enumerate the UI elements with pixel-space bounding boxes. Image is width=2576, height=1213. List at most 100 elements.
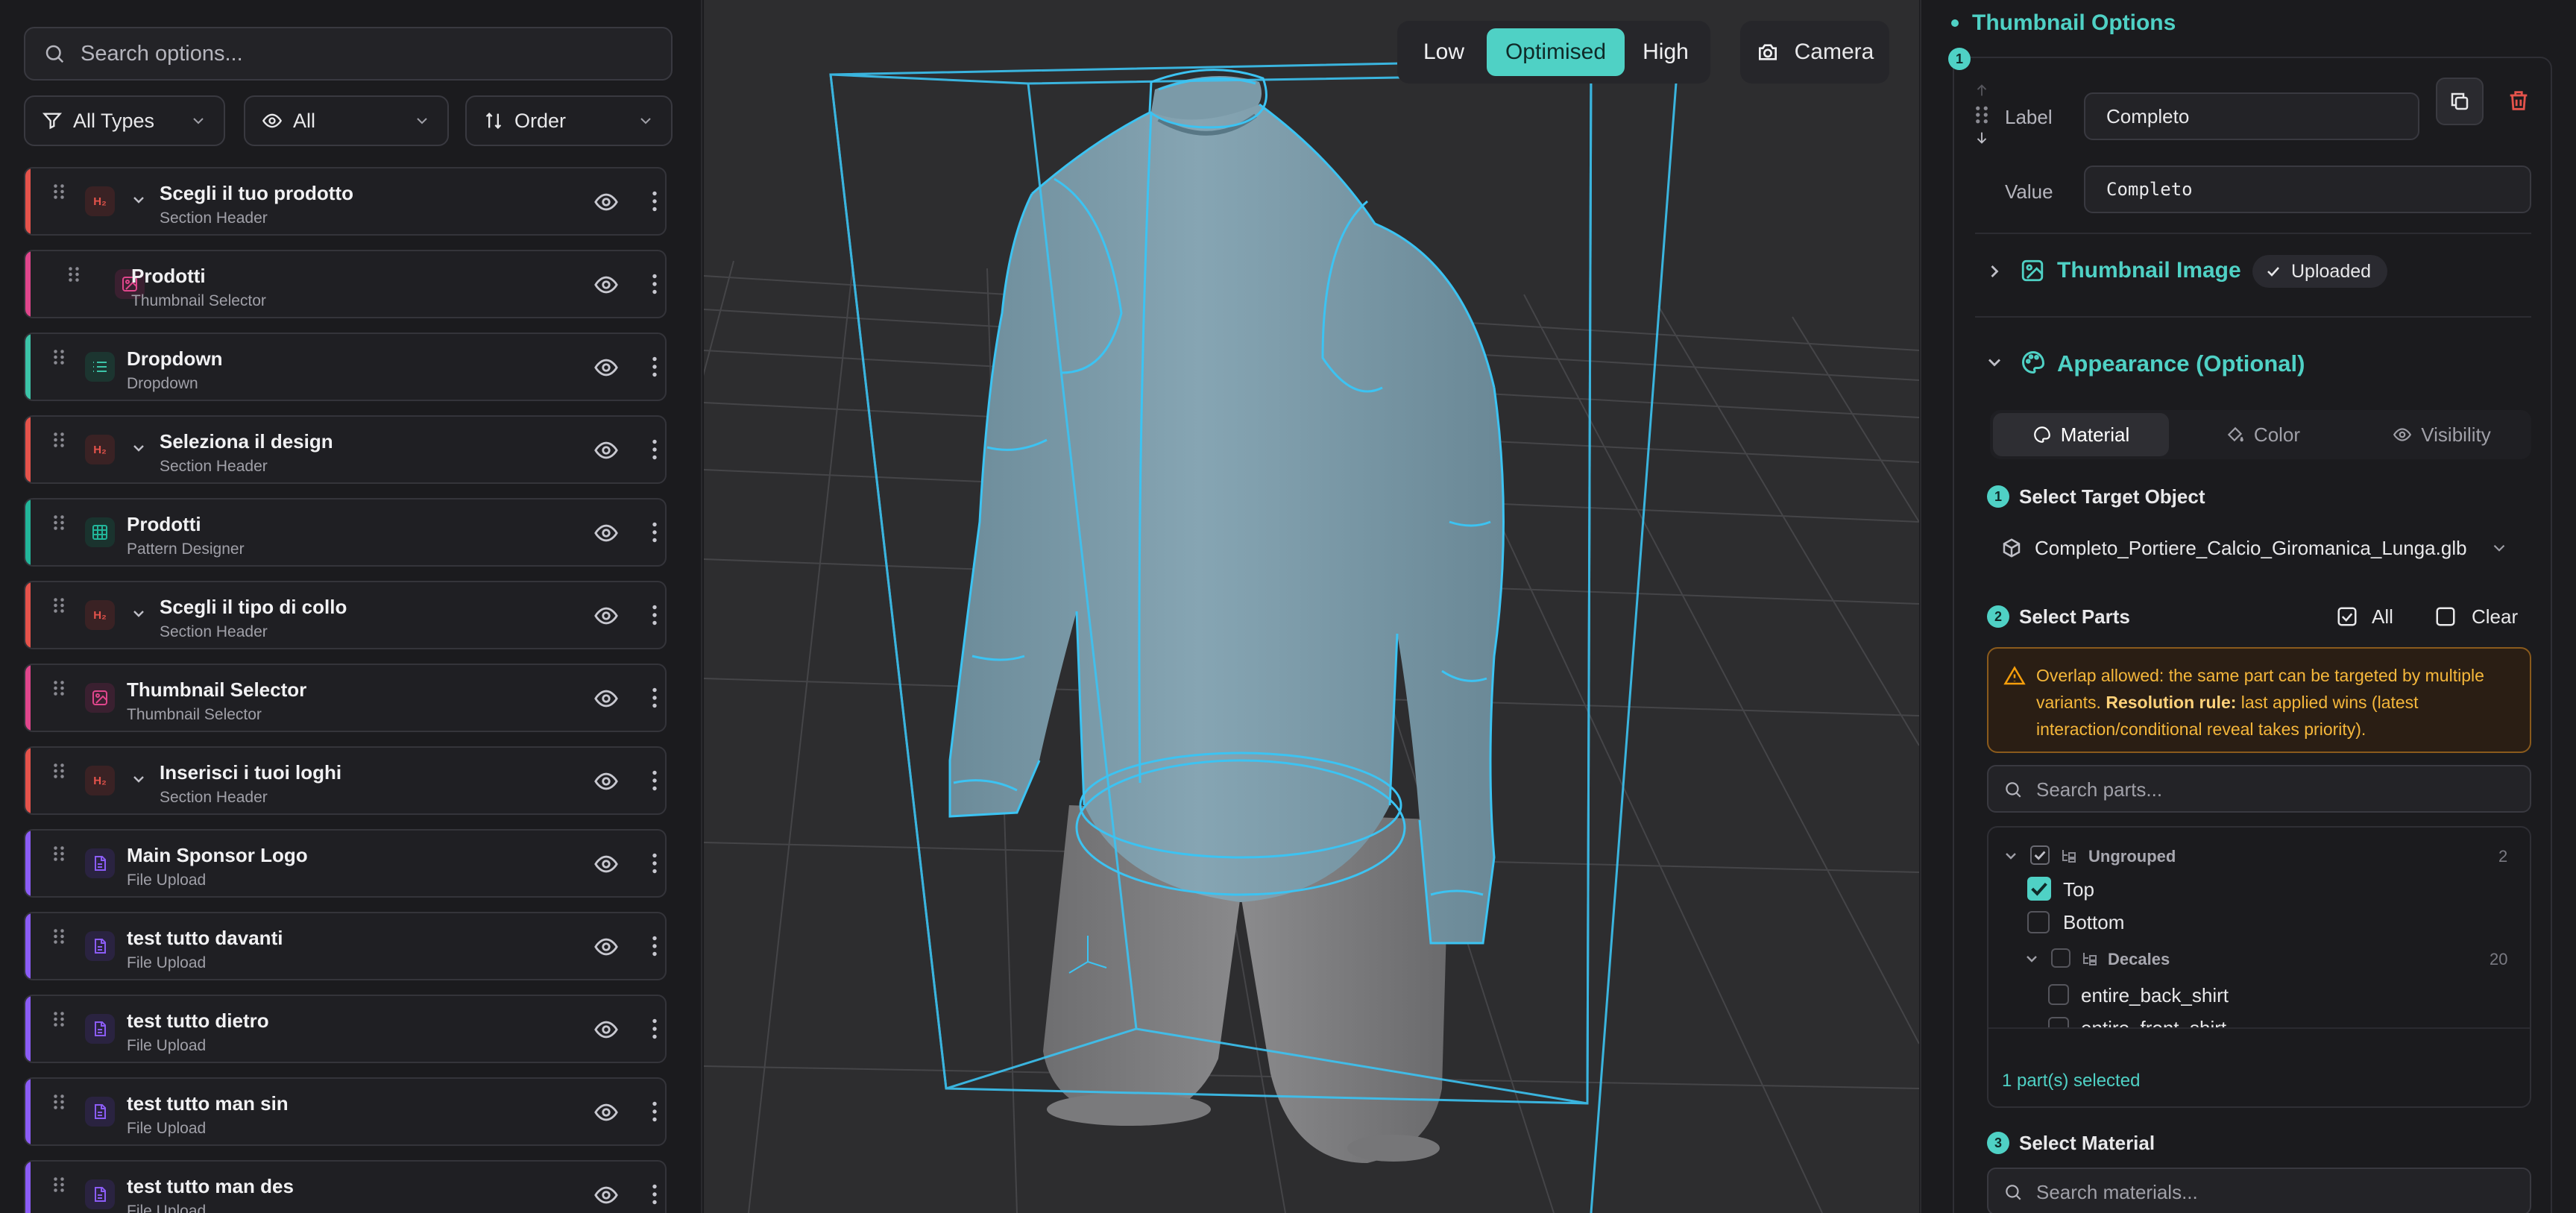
more-options-icon[interactable] — [641, 850, 667, 877]
drag-handle-icon[interactable] — [1974, 104, 1990, 125]
more-options-icon[interactable] — [641, 519, 667, 546]
part-back-label[interactable]: entire_back_shirt — [2081, 984, 2229, 1007]
visibility-eye-icon[interactable] — [593, 769, 619, 794]
visibility-eye-icon[interactable] — [593, 686, 619, 711]
chevron-down-icon[interactable] — [2023, 950, 2041, 968]
move-down-icon[interactable] — [1974, 130, 1990, 146]
tab-color[interactable]: Color — [2175, 413, 2351, 456]
part-top-checkbox[interactable] — [2027, 877, 2051, 901]
part-bottom-label[interactable]: Bottom — [2063, 911, 2124, 934]
quality-high-button[interactable]: High — [1628, 28, 1703, 76]
select-all-button[interactable]: All — [2336, 602, 2403, 632]
option-item[interactable]: test tutto man des File Upload — [24, 1160, 667, 1213]
drag-handle-icon[interactable] — [52, 182, 66, 201]
more-options-icon[interactable] — [641, 188, 667, 215]
camera-button[interactable]: Camera — [1740, 21, 1889, 84]
more-options-icon[interactable] — [641, 684, 667, 711]
properties-panel: Thumbnail Options 1 Label Completo Value… — [1920, 0, 2576, 1213]
value-input[interactable]: Completo — [2084, 166, 2531, 213]
move-up-icon[interactable] — [1974, 82, 1990, 98]
clear-selection-button[interactable]: Clear — [2434, 602, 2524, 632]
option-item[interactable]: Prodotti Thumbnail Selector — [24, 250, 667, 318]
drag-handle-icon[interactable] — [52, 1092, 66, 1112]
option-item[interactable]: test tutto man sin File Upload — [24, 1077, 667, 1146]
option-item[interactable]: Dropdown Dropdown — [24, 333, 667, 401]
more-options-icon[interactable] — [641, 1015, 667, 1042]
drag-handle-icon[interactable] — [67, 265, 81, 284]
option-item[interactable]: H₂ Scegli il tuo prodotto Section Header — [24, 167, 667, 236]
visibility-eye-icon[interactable] — [593, 355, 619, 380]
drag-handle-icon[interactable] — [52, 596, 66, 615]
option-title: test tutto davanti — [127, 927, 283, 949]
chevron-down-icon[interactable] — [130, 191, 148, 209]
drag-handle-icon[interactable] — [52, 927, 66, 946]
drag-handle-icon[interactable] — [52, 347, 66, 367]
option-title: Dropdown — [127, 347, 223, 370]
group-ungrouped-checkbox[interactable] — [2030, 845, 2050, 865]
more-options-icon[interactable] — [641, 1098, 667, 1125]
visibility-eye-icon[interactable] — [593, 189, 619, 215]
more-options-icon[interactable] — [641, 271, 667, 297]
tab-visibility[interactable]: Visibility — [2354, 413, 2530, 456]
option-type: File Upload — [127, 954, 207, 971]
drag-handle-icon[interactable] — [52, 1009, 66, 1029]
chevron-down-icon[interactable] — [130, 770, 148, 788]
option-item[interactable]: Prodotti Pattern Designer — [24, 498, 667, 567]
more-options-icon[interactable] — [641, 767, 667, 794]
drag-handle-icon[interactable] — [52, 761, 66, 781]
chevron-down-icon[interactable] — [130, 439, 148, 457]
more-options-icon[interactable] — [641, 436, 667, 463]
option-item[interactable]: H₂ Seleziona il design Section Header — [24, 415, 667, 484]
target-object-select[interactable]: Completo_Portiere_Calcio_Giromanica_Lung… — [1990, 522, 2531, 574]
visibility-eye-icon[interactable] — [593, 272, 619, 297]
delete-icon[interactable] — [2506, 88, 2531, 113]
label-input[interactable]: Completo — [2084, 92, 2419, 140]
visibility-eye-icon[interactable] — [593, 603, 619, 628]
appearance-header[interactable]: Appearance (Optional) — [1975, 337, 2531, 389]
group-decales-checkbox[interactable] — [2051, 948, 2070, 968]
target-object-value: Completo_Portiere_Calcio_Giromanica_Lung… — [2035, 537, 2467, 559]
option-item[interactable]: H₂ Inserisci i tuoi loghi Section Header — [24, 746, 667, 815]
visibility-eye-icon[interactable] — [593, 1017, 619, 1042]
more-options-icon[interactable] — [641, 353, 667, 380]
more-options-icon[interactable] — [641, 1181, 667, 1208]
visibility-eye-icon[interactable] — [593, 438, 619, 463]
chevron-down-icon[interactable] — [130, 605, 148, 623]
type-filter-dropdown[interactable]: All Types — [24, 95, 225, 146]
option-item[interactable]: test tutto davanti File Upload — [24, 912, 667, 980]
order-dropdown[interactable]: Order — [465, 95, 673, 146]
drag-handle-icon[interactable] — [52, 1175, 66, 1194]
drag-handle-icon[interactable] — [52, 678, 66, 698]
visibility-eye-icon[interactable] — [593, 851, 619, 877]
tree-fade — [1988, 1027, 2530, 1060]
option-item[interactable]: test tutto dietro File Upload — [24, 995, 667, 1063]
thumbnail-image-row[interactable]: Thumbnail Image Uploaded — [1975, 248, 2531, 297]
visibility-eye-icon[interactable] — [593, 1182, 619, 1208]
visibility-eye-icon[interactable] — [593, 934, 619, 960]
visibility-eye-icon[interactable] — [593, 1100, 619, 1125]
materials-search-input[interactable]: Search materials... — [1987, 1168, 2531, 1213]
part-bottom-checkbox[interactable] — [2027, 911, 2050, 933]
quality-optimised-button[interactable]: Optimised — [1487, 28, 1625, 76]
parts-search-input[interactable]: Search parts... — [1987, 765, 2531, 813]
part-top-label[interactable]: Top — [2063, 878, 2094, 901]
part-back-checkbox[interactable] — [2048, 984, 2069, 1005]
quality-low-button[interactable]: Low — [1405, 28, 1483, 76]
drag-handle-icon[interactable] — [52, 430, 66, 450]
options-search-input[interactable]: Search options... — [24, 27, 673, 81]
scene-canvas[interactable] — [704, 0, 1919, 1213]
more-options-icon[interactable] — [641, 933, 667, 960]
visibility-eye-icon[interactable] — [593, 520, 619, 546]
3d-viewport[interactable]: Low Optimised High Camera — [704, 0, 1919, 1213]
visibility-filter-dropdown[interactable]: All — [244, 95, 449, 146]
tab-material[interactable]: Material — [1993, 413, 2169, 456]
more-options-icon[interactable] — [641, 602, 667, 628]
chevron-down-icon[interactable] — [2002, 847, 2020, 865]
option-item[interactable]: Main Sponsor Logo File Upload — [24, 829, 667, 898]
drag-handle-icon[interactable] — [52, 844, 66, 863]
option-item[interactable]: H₂ Scegli il tipo di collo Section Header — [24, 581, 667, 649]
duplicate-button[interactable] — [2436, 78, 2484, 125]
file-icon — [85, 1014, 115, 1044]
drag-handle-icon[interactable] — [52, 513, 66, 532]
option-item[interactable]: Thumbnail Selector Thumbnail Selector — [24, 664, 667, 732]
